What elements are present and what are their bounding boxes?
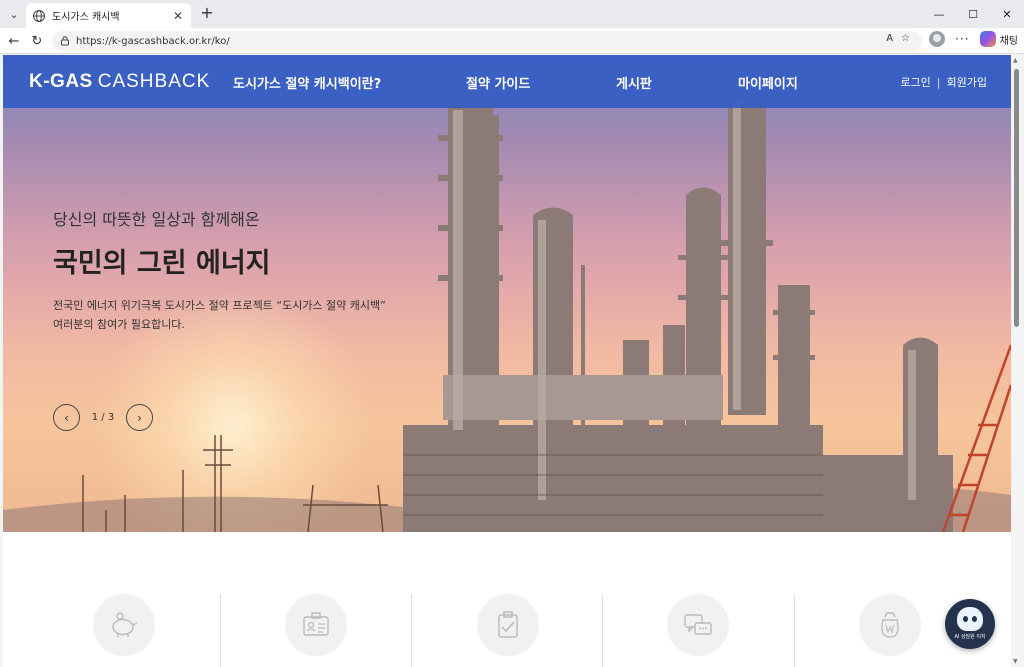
- page-viewport: K-GAS CASHBACK 도시가스 절약 캐시백이란? 절약 가이드 게시판 …: [3, 55, 1011, 667]
- next-slide-button[interactable]: ›: [126, 404, 153, 431]
- service-divider: [411, 594, 412, 667]
- close-tab-icon[interactable]: ✕: [171, 9, 185, 23]
- close-window-icon[interactable]: ✕: [990, 0, 1024, 28]
- tab-list-button[interactable]: ⌄: [5, 5, 23, 23]
- login-link[interactable]: 로그인: [900, 74, 930, 90]
- url-text: https://k-gascashback.or.kr/ko/: [76, 35, 230, 47]
- nav-guide[interactable]: 절약 가이드: [466, 73, 530, 92]
- nav-mypage[interactable]: 마이페이지: [738, 73, 798, 92]
- logo-bold-text: K-GAS: [29, 71, 93, 92]
- clipboard-check-icon: [498, 611, 518, 638]
- hero-subtitle: 당신의 따뜻한 일상과 함께해온: [53, 210, 260, 229]
- services-row: [3, 532, 1011, 667]
- chevron-right-icon: ›: [137, 410, 142, 425]
- browser-toolbar: ← ↻ https://k-gascashback.or.kr/ko/ A ☆ …: [0, 28, 1024, 54]
- auth-links: 로그인 | 회원가입: [900, 74, 987, 90]
- hero-title: 국민의 그린 에너지: [53, 248, 271, 279]
- read-aloud-icon[interactable]: A: [886, 33, 893, 44]
- browser-window: ⌄ 도시가스 캐시백 ✕ + — ☐ ✕ ← ↻ https://k-gasca…: [0, 0, 1024, 667]
- nav-about[interactable]: 도시가스 절약 캐시백이란?: [233, 73, 381, 92]
- hero-description: 전국민 에너지 위기극복 도시가스 절약 프로젝트 “도시가스 절약 캐시백” …: [53, 296, 433, 334]
- service-piggy-bank[interactable]: [93, 594, 155, 656]
- nav-board[interactable]: 게시판: [616, 73, 652, 92]
- chevron-left-icon: ‹: [64, 410, 69, 425]
- money-bag-icon: [881, 612, 899, 638]
- minimize-icon[interactable]: —: [922, 0, 956, 28]
- back-arrow-icon[interactable]: ←: [5, 32, 23, 50]
- service-divider: [794, 594, 795, 667]
- slider-controls: ‹ 1 / 3 ›: [53, 404, 153, 431]
- favorite-star-icon[interactable]: ☆: [901, 33, 910, 44]
- slide-indicator: 1 / 3: [91, 412, 115, 423]
- id-card-icon: [303, 612, 329, 636]
- tab-title: 도시가스 캐시백: [52, 12, 120, 23]
- logo-light-text: CASHBACK: [97, 71, 211, 92]
- service-divider: [220, 594, 221, 667]
- chat-bubbles-icon: [684, 614, 712, 635]
- service-chat[interactable]: [667, 594, 729, 656]
- copilot-label: 채팅: [999, 35, 1018, 47]
- hero-description-line: 전국민 에너지 위기극복 도시가스 절약 프로젝트 “도시가스 절약 캐시백”: [53, 299, 386, 312]
- address-bar[interactable]: https://k-gascashback.or.kr/ko/ A ☆: [52, 31, 922, 51]
- chatbot-label: AI 상담원 이지: [954, 634, 986, 640]
- tab-strip: ⌄ 도시가스 캐시백 ✕ + — ☐ ✕: [0, 0, 1024, 28]
- service-clipboard[interactable]: [477, 594, 539, 656]
- prev-slide-button[interactable]: ‹: [53, 404, 80, 431]
- site-info-icon[interactable]: [60, 36, 70, 46]
- page-scrollbar[interactable]: ▲ ▼: [1012, 55, 1021, 667]
- refresh-icon[interactable]: ↻: [28, 32, 46, 50]
- globe-icon: [33, 9, 45, 22]
- maximize-icon[interactable]: ☐: [956, 0, 990, 28]
- tab-active[interactable]: 도시가스 캐시백 ✕: [26, 3, 191, 28]
- hero-description-line: 여러분의 참여가 필요합니다.: [53, 318, 185, 331]
- more-options-icon[interactable]: ···: [955, 32, 969, 46]
- ai-chatbot-button[interactable]: AI 상담원 이지: [945, 599, 995, 649]
- copilot-button[interactable]: 채팅: [979, 31, 1018, 47]
- refinery-image: [3, 95, 1011, 532]
- new-tab-button[interactable]: +: [198, 4, 216, 22]
- scroll-up-icon[interactable]: ▲: [1013, 57, 1018, 64]
- auth-separator: |: [936, 75, 941, 89]
- site-header: K-GAS CASHBACK 도시가스 절약 캐시백이란? 절약 가이드 게시판 …: [3, 55, 1011, 108]
- scrollbar-thumb[interactable]: [1014, 69, 1019, 327]
- scroll-down-icon[interactable]: ▼: [1013, 658, 1018, 665]
- signup-link[interactable]: 회원가입: [947, 74, 987, 90]
- site-logo[interactable]: K-GAS CASHBACK: [29, 71, 210, 93]
- copilot-icon: [979, 31, 996, 47]
- service-divider: [602, 594, 603, 667]
- window-controls: — ☐ ✕: [922, 0, 1024, 28]
- service-id-card[interactable]: [285, 594, 347, 656]
- piggy-bank-icon: [112, 612, 138, 637]
- hero-banner: K-GAS CASHBACK 도시가스 절약 캐시백이란? 절약 가이드 게시판 …: [3, 55, 1011, 532]
- service-money-bag[interactable]: [859, 594, 921, 656]
- profile-avatar[interactable]: [929, 31, 946, 47]
- chatbot-mascot-icon: [957, 607, 983, 631]
